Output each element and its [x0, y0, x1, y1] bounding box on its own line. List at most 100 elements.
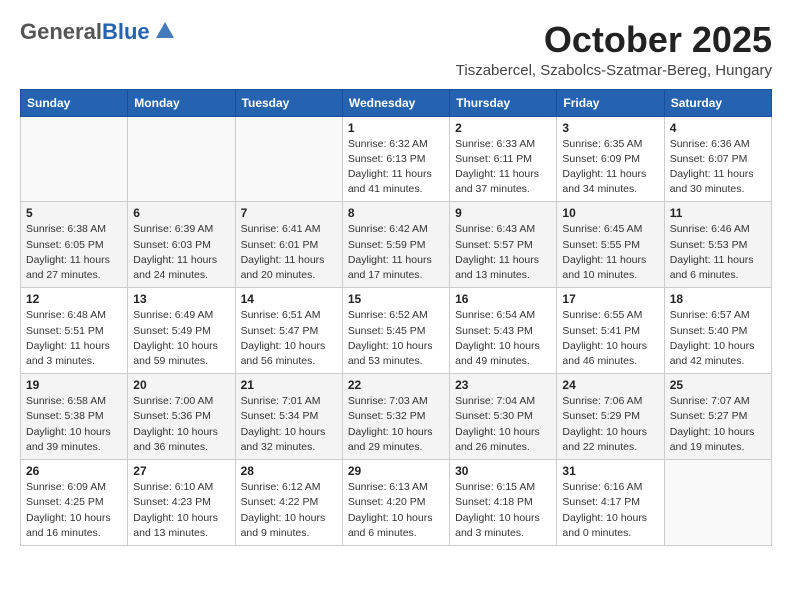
calendar-table: SundayMondayTuesdayWednesdayThursdayFrid… — [20, 89, 772, 546]
calendar-cell: 18 Sunrise: 6:57 AM Sunset: 5:40 PM Dayli… — [664, 288, 771, 374]
day-info: Sunrise: 6:13 AM Sunset: 4:20 PM Dayligh… — [348, 480, 444, 541]
calendar-cell: 11 Sunrise: 6:46 AM Sunset: 5:53 PM Dayli… — [664, 202, 771, 288]
calendar-cell: 8Sunrise: 6:42 AM Sunset: 5:59 PM Daylig… — [342, 202, 449, 288]
calendar-cell: 24Sunrise: 7:06 AM Sunset: 5:29 PM Dayli… — [557, 374, 664, 460]
day-info: Sunrise: 7:04 AM Sunset: 5:30 PM Dayligh… — [455, 394, 551, 455]
day-number: 26 — [26, 464, 122, 478]
day-info: Sunrise: 6:57 AM Sunset: 5:40 PM Dayligh… — [670, 308, 766, 369]
day-info: Sunrise: 7:03 AM Sunset: 5:32 PM Dayligh… — [348, 394, 444, 455]
day-info: Sunrise: 6:39 AM Sunset: 6:03 PM Dayligh… — [133, 222, 229, 283]
day-number: 16 — [455, 292, 551, 306]
day-info: Sunrise: 6:46 AM Sunset: 5:53 PM Dayligh… — [670, 222, 766, 283]
day-number: 6 — [133, 206, 229, 220]
calendar-cell: 6 Sunrise: 6:39 AM Sunset: 6:03 PM Daylig… — [128, 202, 235, 288]
day-info: Sunrise: 6:52 AM Sunset: 5:45 PM Dayligh… — [348, 308, 444, 369]
day-info: Sunrise: 6:49 AM Sunset: 5:49 PM Dayligh… — [133, 308, 229, 369]
day-number: 24 — [562, 378, 658, 392]
day-info: Sunrise: 6:12 AM Sunset: 4:22 PM Dayligh… — [241, 480, 337, 541]
calendar-cell: 12 Sunrise: 6:48 AM Sunset: 5:51 PM Dayli… — [21, 288, 128, 374]
day-number: 1 — [348, 121, 444, 135]
calendar-cell: 2Sunrise: 6:33 AM Sunset: 6:11 PM Daylig… — [450, 116, 557, 202]
day-number: 25 — [670, 378, 766, 392]
calendar-cell: 3 Sunrise: 6:35 AM Sunset: 6:09 PM Daylig… — [557, 116, 664, 202]
calendar-cell — [128, 116, 235, 202]
day-info: Sunrise: 6:48 AM Sunset: 5:51 PM Dayligh… — [26, 308, 122, 369]
calendar-cell: 23 Sunrise: 7:04 AM Sunset: 5:30 PM Dayli… — [450, 374, 557, 460]
day-number: 27 — [133, 464, 229, 478]
day-number: 7 — [241, 206, 337, 220]
day-number: 2 — [455, 121, 551, 135]
day-number: 12 — [26, 292, 122, 306]
day-info: Sunrise: 7:01 AM Sunset: 5:34 PM Dayligh… — [241, 394, 337, 455]
calendar-week-row: 26 Sunrise: 6:09 AM Sunset: 4:25 PM Dayli… — [21, 460, 772, 546]
day-number: 20 — [133, 378, 229, 392]
day-info: Sunrise: 6:54 AM Sunset: 5:43 PM Dayligh… — [455, 308, 551, 369]
day-info: Sunrise: 6:09 AM Sunset: 4:25 PM Dayligh… — [26, 480, 122, 541]
day-number: 9 — [455, 206, 551, 220]
day-info: Sunrise: 6:41 AM Sunset: 6:01 PM Dayligh… — [241, 222, 337, 283]
day-number: 10 — [562, 206, 658, 220]
day-number: 17 — [562, 292, 658, 306]
weekday-header-saturday: Saturday — [664, 89, 771, 116]
page-header: GeneralBlue October 2025 Tiszabercel, Sz… — [20, 20, 772, 79]
calendar-cell: 29 Sunrise: 6:13 AM Sunset: 4:20 PM Dayli… — [342, 460, 449, 546]
day-info: Sunrise: 6:15 AM Sunset: 4:18 PM Dayligh… — [455, 480, 551, 541]
day-number: 23 — [455, 378, 551, 392]
day-number: 3 — [562, 121, 658, 135]
calendar-cell — [235, 116, 342, 202]
calendar-cell: 21 Sunrise: 7:01 AM Sunset: 5:34 PM Dayli… — [235, 374, 342, 460]
calendar-week-row: 5Sunrise: 6:38 AM Sunset: 6:05 PM Daylig… — [21, 202, 772, 288]
weekday-header-row: SundayMondayTuesdayWednesdayThursdayFrid… — [21, 89, 772, 116]
day-number: 19 — [26, 378, 122, 392]
calendar-cell: 19Sunrise: 6:58 AM Sunset: 5:38 PM Dayli… — [21, 374, 128, 460]
calendar-week-row: 19Sunrise: 6:58 AM Sunset: 5:38 PM Dayli… — [21, 374, 772, 460]
weekday-header-wednesday: Wednesday — [342, 89, 449, 116]
calendar-cell — [21, 116, 128, 202]
weekday-header-friday: Friday — [557, 89, 664, 116]
calendar-cell: 4 Sunrise: 6:36 AM Sunset: 6:07 PM Daylig… — [664, 116, 771, 202]
day-info: Sunrise: 6:10 AM Sunset: 4:23 PM Dayligh… — [133, 480, 229, 541]
day-info: Sunrise: 7:07 AM Sunset: 5:27 PM Dayligh… — [670, 394, 766, 455]
month-title: October 2025 — [456, 20, 772, 60]
logo: GeneralBlue — [20, 20, 176, 44]
logo-icon — [154, 20, 176, 42]
calendar-cell: 10Sunrise: 6:45 AM Sunset: 5:55 PM Dayli… — [557, 202, 664, 288]
calendar-cell: 14 Sunrise: 6:51 AM Sunset: 5:47 PM Dayli… — [235, 288, 342, 374]
location: Tiszabercel, Szabolcs-Szatmar-Bereg, Hun… — [456, 62, 772, 79]
day-number: 31 — [562, 464, 658, 478]
calendar-week-row: 12 Sunrise: 6:48 AM Sunset: 5:51 PM Dayli… — [21, 288, 772, 374]
day-number: 14 — [241, 292, 337, 306]
calendar-cell: 15 Sunrise: 6:52 AM Sunset: 5:45 PM Dayli… — [342, 288, 449, 374]
day-info: Sunrise: 6:55 AM Sunset: 5:41 PM Dayligh… — [562, 308, 658, 369]
day-number: 15 — [348, 292, 444, 306]
calendar-cell — [664, 460, 771, 546]
calendar-cell: 9 Sunrise: 6:43 AM Sunset: 5:57 PM Daylig… — [450, 202, 557, 288]
day-info: Sunrise: 6:36 AM Sunset: 6:07 PM Dayligh… — [670, 137, 766, 198]
calendar-cell: 25 Sunrise: 7:07 AM Sunset: 5:27 PM Dayli… — [664, 374, 771, 460]
calendar-cell: 22 Sunrise: 7:03 AM Sunset: 5:32 PM Dayli… — [342, 374, 449, 460]
calendar-cell: 27 Sunrise: 6:10 AM Sunset: 4:23 PM Dayli… — [128, 460, 235, 546]
day-number: 28 — [241, 464, 337, 478]
day-number: 11 — [670, 206, 766, 220]
day-info: Sunrise: 6:16 AM Sunset: 4:17 PM Dayligh… — [562, 480, 658, 541]
day-number: 18 — [670, 292, 766, 306]
day-number: 29 — [348, 464, 444, 478]
calendar-cell: 30Sunrise: 6:15 AM Sunset: 4:18 PM Dayli… — [450, 460, 557, 546]
day-number: 4 — [670, 121, 766, 135]
day-number: 22 — [348, 378, 444, 392]
day-info: Sunrise: 6:35 AM Sunset: 6:09 PM Dayligh… — [562, 137, 658, 198]
weekday-header-tuesday: Tuesday — [235, 89, 342, 116]
calendar-cell: 17 Sunrise: 6:55 AM Sunset: 5:41 PM Dayli… — [557, 288, 664, 374]
day-number: 21 — [241, 378, 337, 392]
calendar-cell: 26 Sunrise: 6:09 AM Sunset: 4:25 PM Dayli… — [21, 460, 128, 546]
day-info: Sunrise: 6:43 AM Sunset: 5:57 PM Dayligh… — [455, 222, 551, 283]
calendar-week-row: 1Sunrise: 6:32 AM Sunset: 6:13 PM Daylig… — [21, 116, 772, 202]
weekday-header-thursday: Thursday — [450, 89, 557, 116]
logo-text: GeneralBlue — [20, 20, 150, 44]
calendar-cell: 5Sunrise: 6:38 AM Sunset: 6:05 PM Daylig… — [21, 202, 128, 288]
day-info: Sunrise: 6:51 AM Sunset: 5:47 PM Dayligh… — [241, 308, 337, 369]
day-number: 5 — [26, 206, 122, 220]
day-info: Sunrise: 6:42 AM Sunset: 5:59 PM Dayligh… — [348, 222, 444, 283]
day-number: 13 — [133, 292, 229, 306]
day-info: Sunrise: 7:00 AM Sunset: 5:36 PM Dayligh… — [133, 394, 229, 455]
